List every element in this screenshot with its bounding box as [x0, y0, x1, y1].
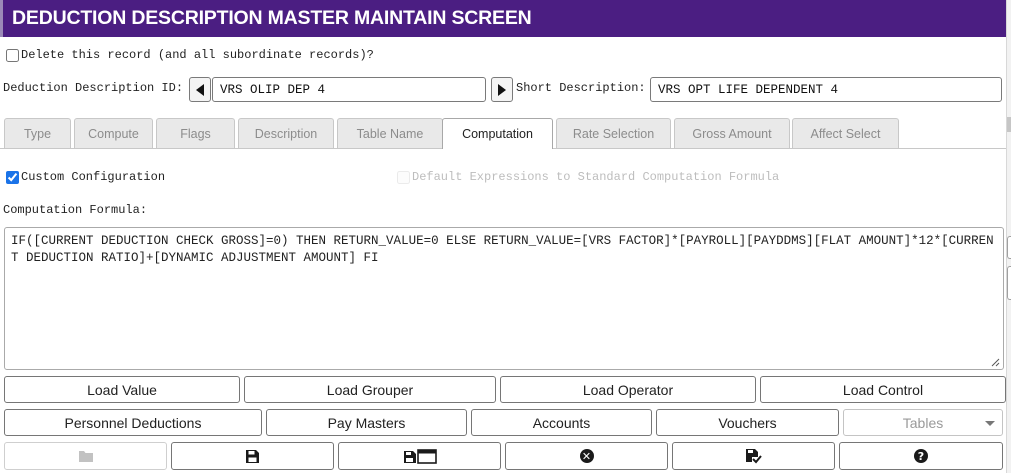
short-description-label: Short Description: — [516, 81, 646, 95]
custom-configuration-label: Custom Configuration — [21, 170, 166, 184]
tab-gross-amount[interactable]: Gross Amount — [674, 118, 790, 148]
chevron-down-icon — [985, 421, 995, 426]
load-control-button[interactable]: Load Control — [760, 376, 1006, 403]
help-circle-icon: ? — [914, 449, 928, 463]
title-bar-edge — [0, 0, 3, 37]
delete-record-checkbox[interactable] — [6, 48, 19, 62]
window-title: DEDUCTION DESCRIPTION MASTER MAINTAIN SC… — [0, 0, 1006, 37]
save-and-verify-button[interactable] — [672, 442, 835, 470]
tab-flags[interactable]: Flags — [156, 118, 235, 148]
scrollbar-thumb[interactable] — [1007, 117, 1011, 132]
deduction-id-label: Deduction Description ID: — [3, 81, 184, 95]
help-button[interactable]: ? — [839, 442, 1003, 470]
vouchers-button[interactable]: Vouchers — [656, 409, 839, 436]
tab-description[interactable]: Description — [238, 118, 334, 148]
deduction-id-field[interactable] — [212, 77, 486, 102]
arrow-left-icon — [196, 83, 204, 96]
tables-select: Tables — [843, 409, 1003, 436]
save-check-icon — [746, 449, 762, 464]
load-grouper-button[interactable]: Load Grouper — [244, 376, 496, 403]
tab-compute[interactable]: Compute — [74, 118, 153, 148]
open-button — [4, 442, 167, 470]
computation-formula-label: Computation Formula: — [3, 203, 148, 217]
delete-record-row[interactable]: Delete this record (and all subordinate … — [6, 47, 374, 63]
arrow-right-icon — [498, 83, 506, 96]
save-icon — [246, 449, 259, 463]
computation-formula-textarea[interactable]: IF([CURRENT DEDUCTION CHECK GROSS]=0) TH… — [4, 227, 1004, 370]
folder-icon — [78, 451, 93, 462]
side-panel-tab-1[interactable] — [1007, 236, 1011, 259]
tab-rate-selection[interactable]: Rate Selection — [556, 118, 671, 148]
load-operator-button[interactable]: Load Operator — [500, 376, 756, 403]
close-circle-icon: ✕ — [579, 449, 594, 463]
delete-record-label: Delete this record (and all subordinate … — [21, 48, 374, 62]
custom-configuration-row[interactable]: Custom Configuration — [6, 169, 165, 185]
side-panel-tab-2[interactable] — [1007, 266, 1011, 300]
resize-grip-icon[interactable] — [990, 357, 1000, 367]
next-record-button[interactable] — [491, 77, 513, 102]
default-expressions-checkbox — [397, 170, 410, 184]
accounts-button[interactable]: Accounts — [471, 409, 652, 436]
default-expressions-row: Default Expressions to Standard Computat… — [397, 169, 779, 185]
short-description-field[interactable] — [650, 77, 1002, 102]
previous-record-button[interactable] — [189, 77, 211, 102]
tab-affect-select[interactable]: Affect Select — [792, 118, 899, 148]
save-to-window-icon — [403, 449, 437, 464]
load-value-button[interactable]: Load Value — [4, 376, 240, 403]
tab-strip: Type Compute Flags Description Table Nam… — [4, 118, 1006, 149]
tab-type[interactable]: Type — [4, 118, 71, 148]
tables-select-label: Tables — [902, 414, 944, 431]
cancel-button[interactable]: ✕ — [505, 442, 668, 470]
custom-configuration-checkbox[interactable] — [6, 170, 19, 184]
tab-table-name[interactable]: Table Name — [337, 118, 443, 148]
save-button[interactable] — [171, 442, 334, 470]
pay-masters-button[interactable]: Pay Masters — [266, 409, 467, 436]
tab-computation[interactable]: Computation — [442, 118, 553, 149]
default-expressions-label: Default Expressions to Standard Computat… — [412, 170, 780, 184]
personnel-deductions-button[interactable]: Personnel Deductions — [4, 409, 262, 436]
save-to-window-button[interactable] — [338, 442, 501, 470]
